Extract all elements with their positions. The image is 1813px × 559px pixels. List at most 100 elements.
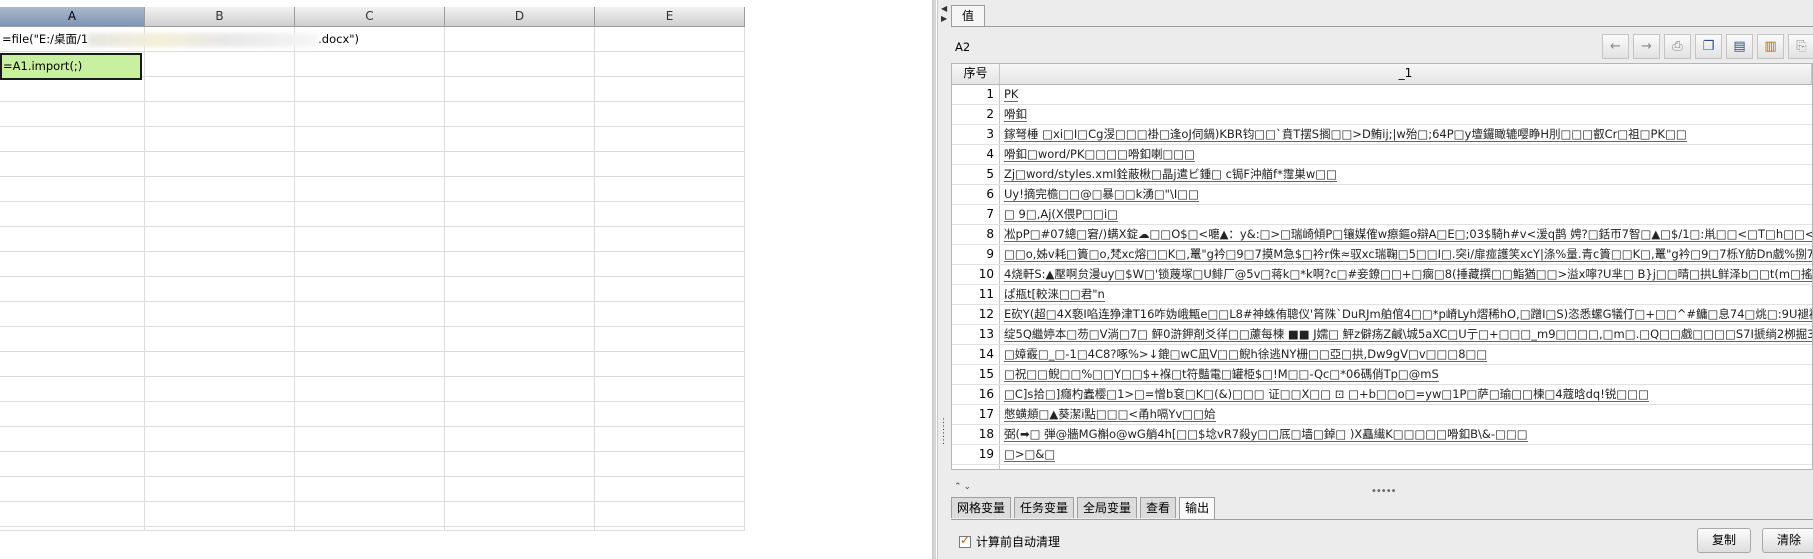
current-cell-label: A2 [955,40,971,54]
copy-button[interactable]: 复制 [1697,528,1751,553]
table-row[interactable]: 12 E砍Y(超□4X褻I啗连狰津T16咋妫峨甒e□□L8#神蛛侑聰仪'筲陎`Du… [952,305,1812,325]
sheet-border [932,0,936,559]
table-row[interactable]: 6 Uy!摘完檐□□@□暴□□k湧□"\I□□ [952,185,1812,205]
row-value[interactable]: □>□&□ [1000,445,1812,464]
autoclear-checkbox[interactable] [959,533,971,548]
row-index: 11 [952,285,1000,304]
table-row[interactable]: 15 □祝□□鲵□□%□□Y□□$+褓□t符豔電□罐栕$□!M□□-Qc□*06碼… [952,365,1812,385]
table-row[interactable]: 10 4烧軒S:▲壓啊贠漫uy□$W□'锁蔑塚□U鲱厂@5v□蒋k□*k啊?c□#… [952,265,1812,285]
table-view-icon[interactable]: ▤ [1726,34,1753,59]
value-table[interactable]: 序号 _1 1 PK 2 嗗釦 3 鎵弩棰 □xi□I□Cg渂□□□褂□逢oJ伺鍋)KBR… [951,63,1813,470]
row-index: 15 [952,365,1000,384]
row-value[interactable]: E砍Y(超□4X褻I啗连狰津T16咋妫峨甒e□□L8#神蛛侑聰仪'筲陎`DuRJ… [1000,305,1812,324]
redacted-path [88,32,319,47]
row-value[interactable]: □□o,姊v耗□簣□o,梵xc熔□□K□,鼍"g衿□9□7摸M急$□衿r侏≈驭x… [1000,245,1812,264]
row-value[interactable]: 弼(➡□ 弾@牆MG槲o@wG艄4h[□□$埝vR7殺y□□厎□墙□鋽□ )X矗… [1000,425,1812,444]
column-header-c[interactable]: C [295,7,445,27]
export-icon[interactable]: ⎙ [1664,34,1691,59]
row-index: 2 [952,105,1000,124]
row-value[interactable]: Zj□word/styles.xml銓蔽楸□晶j遣ビ鍾□ c锔F沖艏f*霪巣w□… [1000,165,1812,184]
autoclear-option[interactable]: 计算前自动清理 [959,533,1060,550]
table-row[interactable]: 2 嗗釦 [952,105,1812,125]
tab-underline [951,26,1813,27]
row-value[interactable]: 鎵弩棰 □xi□I□Cg渂□□□褂□逢oJ伺鍋)KBR钧□□`賁T摆S搁□□>D… [1000,125,1812,144]
forward-icon[interactable]: → [1633,34,1660,59]
collapse-arrows-icon[interactable]: ⌃⌄ [954,482,973,492]
row-index: 16 [952,385,1000,404]
table-row[interactable]: 17 憋蟥頫□▲葵潔i點□□□<甬h嗝Yv□□姶 [952,405,1812,425]
back-icon[interactable]: ← [1602,34,1629,59]
column-header-a[interactable]: A [0,7,145,27]
paste-icon[interactable]: ⎘ [1788,34,1813,59]
splitter-grip-icon[interactable]: :::: [942,417,945,447]
header-field-1[interactable]: _1 [1000,64,1812,84]
cell-grid[interactable] [0,27,745,531]
row-index: 18 [952,425,1000,444]
table-row[interactable]: 20 [952,465,1812,469]
table-row[interactable]: 9 □□o,姊v耗□簣□o,梵xc熔□□K□,鼍"g衿□9□7摸M急$□衿r侏≈驭… [952,245,1812,265]
row-value-text: □祝□□鲵□□%□□Y□□$+褓□t符豔電□罐栕$□!M□□-Qc□*06碼俏T… [1004,367,1439,382]
tab-view[interactable]: 查看 [1140,497,1177,518]
row-value-text: E砍Y(超□4X褻I啗连狰津T16咋妫峨甒e□□L8#神蛛侑聰仪'筲陎`DuRJ… [1004,307,1812,322]
table-row[interactable]: 7 □ 9□,Aj(X偎P□□i□ [952,205,1812,225]
row-value[interactable]: Uy!摘完檐□□@□暴□□k湧□"\I□□ [1000,185,1812,204]
table-row[interactable]: 11 ぱ瓶t[較涞□□君"n [952,285,1812,305]
chart-icon[interactable]: ▥ [1757,34,1784,59]
row-value[interactable]: □嫜霰□_□-1□4C8?啄%>↓鎞□wC凪V□□鲵h徐逃NY栅□□亞□拱,Dw… [1000,345,1812,364]
row-value[interactable]: 嗗釦□word/PK□□□□嗗釦喇□□□ [1000,145,1812,164]
row-value[interactable]: □祝□□鲵□□%□□Y□□$+褓□t符豔電□罐栕$□!M□□-Qc□*06碼俏T… [1000,365,1812,384]
cell-a1-formula-end: .docx") [318,32,360,46]
row-value-text: □嫜霰□_□-1□4C8?啄%>↓鎞□wC凪V□□鲵h徐逃NY栅□□亞□拱,Dw… [1004,347,1488,362]
row-value[interactable]: □C]s拾□]癮杓蠹樱□1>□=憎b袞□K□(&)□□□ 证□□X□□ ⊡ □+… [1000,385,1812,404]
row-value[interactable]: 憋蟥頫□▲葵潔i點□□□<甬h嗝Yv□□姶 [1000,405,1812,424]
row-value[interactable]: 嗗釦 [1000,105,1812,124]
row-value-text: Uy!摘完檐□□@□暴□□k湧□"\I□□ [1004,187,1199,202]
tab-grid-variables[interactable]: 网格变量 [951,497,1012,518]
row-value[interactable]: □ 9□,Aj(X偎P□□i□ [1000,205,1812,224]
row-value-text: 嗗釦□word/PK□□□□嗗釦喇□□□ [1004,147,1196,162]
row-index: 17 [952,405,1000,424]
row-value[interactable] [1000,465,1812,469]
row-index: 4 [952,145,1000,164]
row-value[interactable]: 绽5Q繼婷本□芴□V淌□7□ 鲆0滸鉀剤爻徉□□藘每楝 ■■ J嬬□ 鮃z僻疡Z… [1000,325,1812,344]
table-row[interactable]: 19 □>□&□ [952,445,1812,465]
tab-global-variables[interactable]: 全局变量 [1077,497,1138,518]
resize-grip-icon[interactable]: ••••• [1371,486,1396,497]
tab-value[interactable]: 值 [951,5,985,26]
column-header-e[interactable]: E [595,7,745,27]
table-row[interactable]: 1 PK [952,85,1812,105]
row-value-text: □□o,姊v耗□簣□o,梵xc熔□□K□,鼍"g衿□9□7摸M急$□衿r侏≈驭x… [1004,247,1812,262]
tab-task-variables[interactable]: 任务变量 [1014,497,1075,518]
table-row[interactable]: 8 凇pP□#07總□窘/)螨X錠☁□□O$□<嚰▲：y&:□>□瑞崎傾P□镶媒傕… [952,225,1812,245]
panel-splitter[interactable]: ◀ ▶ :::: [937,0,952,559]
column-header-d[interactable]: D [445,7,595,27]
tab-output[interactable]: 输出 [1179,497,1216,519]
table-row[interactable]: 13 绽5Q繼婷本□芴□V淌□7□ 鲆0滸鉀剤爻徉□□藘每楝 ■■ J嬬□ 鮃z僻… [952,325,1812,345]
row-index: 7 [952,205,1000,224]
row-value[interactable]: 4烧軒S:▲壓啊贠漫uy□$W□'锁蔑塚□U鲱厂@5v□蒋k□*k啊?c□#妾鐐… [1000,265,1812,284]
row-value-text: □C]s拾□]癮杓蠹樱□1>□=憎b袞□K□(&)□□□ 证□□X□□ ⊡ □+… [1004,387,1649,402]
collapse-left-icon[interactable]: ◀ [941,4,947,13]
row-value-text: 绽5Q繼婷本□芴□V淌□7□ 鲆0滸鉀剤爻徉□□藘每楝 ■■ J嬬□ 鮃z僻疡Z… [1004,327,1812,342]
cell-a2-selected[interactable]: =A1.import(;) [0,53,142,80]
row-value[interactable]: 凇pP□#07總□窘/)螨X錠☁□□O$□<嚰▲：y&:□>□瑞崎傾P□镶媒傕w… [1000,225,1812,244]
copy-icon[interactable]: ❐ [1695,34,1722,59]
table-header: 序号 _1 [952,64,1812,85]
bottom-tab-underline [951,519,1813,520]
table-row[interactable]: 3 鎵弩棰 □xi□I□Cg渂□□□褂□逢oJ伺鍋)KBR钧□□`賁T摆S搁□□>… [952,125,1812,145]
table-row[interactable]: 14 □嫜霰□_□-1□4C8?啄%>↓鎞□wC凪V□□鲵h徐逃NY栅□□亞□拱,… [952,345,1812,365]
row-value[interactable]: PK [1000,85,1812,104]
table-row[interactable]: 16 □C]s拾□]癮杓蠹樱□1>□=憎b袞□K□(&)□□□ 证□□X□□ ⊡ … [952,385,1812,405]
table-row[interactable]: 5 Zj□word/styles.xml銓蔽楸□晶j遣ビ鍾□ c锔F沖艏f*霪巣w… [952,165,1812,185]
clear-button[interactable]: 清除 [1762,528,1813,553]
table-row[interactable]: 4 嗗釦□word/PK□□□□嗗釦喇□□□ [952,145,1812,165]
row-value[interactable]: ぱ瓶t[較涞□□君"n [1000,285,1812,304]
expand-right-icon[interactable]: ▶ [941,14,947,23]
table-row[interactable]: 18 弼(➡□ 弾@牆MG槲o@wG艄4h[□□$埝vR7殺y□□厎□墙□鋽□ )… [952,425,1812,445]
spreadsheet[interactable]: A B C D E =file("E:/桌面/1 .docx") =A1.impo… [0,0,938,559]
row-index: 14 [952,345,1000,364]
header-index[interactable]: 序号 [952,64,1000,84]
row-value-text: Zj□word/styles.xml銓蔽楸□晶j遣ビ鍾□ c锔F沖艏f*霪巣w□… [1004,167,1337,182]
column-header-b[interactable]: B [145,7,295,27]
cell-a1[interactable]: =file("E:/桌面/1 .docx") [0,27,362,51]
